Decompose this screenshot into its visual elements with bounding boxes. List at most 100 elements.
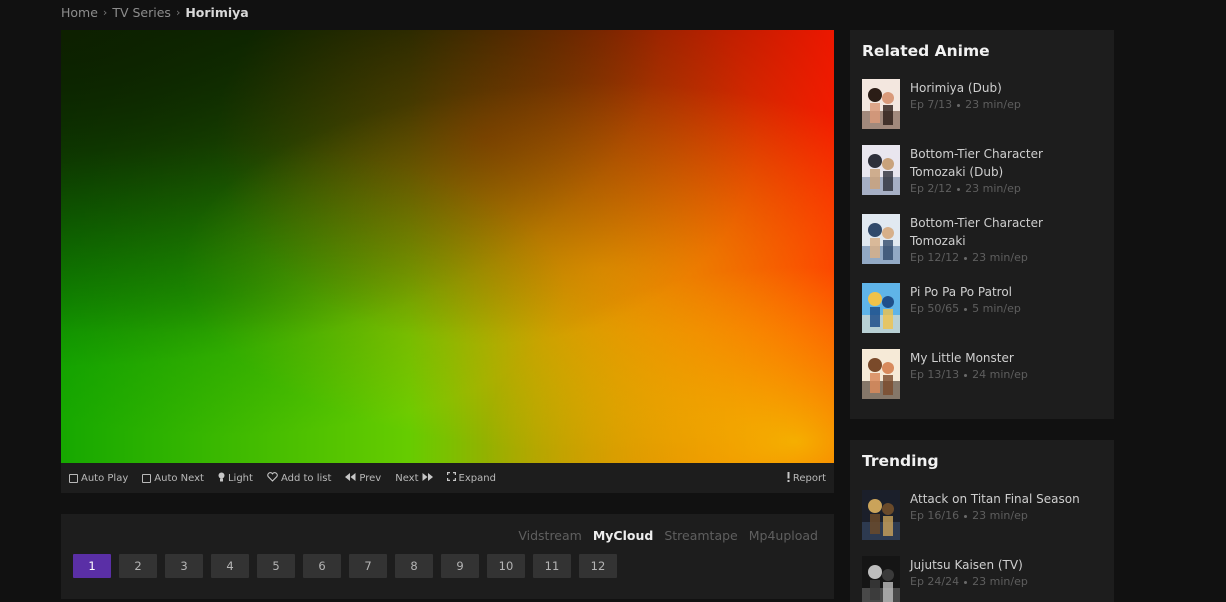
dot-separator <box>957 103 961 107</box>
item-title[interactable]: Jujutsu Kaisen (TV) <box>910 556 1100 574</box>
episode-button[interactable]: 3 <box>165 554 203 578</box>
episode-count: Ep 24/24 <box>910 575 960 588</box>
player-controls: Auto Play Auto Next Light Add to list Pr… <box>61 463 834 493</box>
prev-label: Prev <box>359 472 382 484</box>
server-tab[interactable]: MyCloud <box>593 528 653 543</box>
poster-thumbnail[interactable] <box>862 145 900 195</box>
light-label: Light <box>227 472 253 484</box>
report-label: Report <box>792 472 826 484</box>
auto-next-label: Auto Next <box>154 472 204 484</box>
next-label: Next <box>395 472 419 484</box>
breadcrumb-current: Horimiya <box>185 5 249 20</box>
item-meta: Ep 2/12 23 min/ep <box>910 181 1100 197</box>
episode-button[interactable]: 4 <box>211 554 249 578</box>
item-title[interactable]: Attack on Titan Final Season <box>910 490 1100 508</box>
episodes-panel: Vidstream MyCloud Streamtape Mp4upload 1234… <box>61 514 834 599</box>
trending-title: Trending <box>862 452 939 470</box>
breadcrumb-home[interactable]: Home <box>61 5 98 20</box>
item-meta: Ep 13/13 24 min/ep <box>910 367 1100 383</box>
item-meta: Ep 50/65 5 min/ep <box>910 301 1100 317</box>
server-list: Vidstream MyCloud Streamtape Mp4upload <box>518 528 818 543</box>
dot-separator <box>964 307 968 311</box>
exclamation-icon <box>787 471 790 485</box>
light-toggle[interactable]: Light <box>218 472 253 485</box>
episode-button[interactable]: 10 <box>487 554 525 578</box>
episode-duration: 23 min/ep <box>965 182 1021 195</box>
trending-item[interactable]: Attack on Titan Final Season Ep 16/16 23 m… <box>862 490 1100 540</box>
episode-count: Ep 50/65 <box>910 302 960 315</box>
episode-button[interactable]: 8 <box>395 554 433 578</box>
dot-separator <box>964 373 968 377</box>
lightbulb-icon <box>218 472 225 485</box>
item-info: My Little Monster Ep 13/13 24 min/ep <box>910 349 1100 399</box>
trending-item[interactable]: Jujutsu Kaisen (TV) Ep 24/24 23 min/ep <box>862 556 1100 602</box>
item-meta: Ep 7/13 23 min/ep <box>910 97 1100 113</box>
breadcrumb-tv-series[interactable]: TV Series <box>112 5 171 20</box>
episode-button[interactable]: 6 <box>303 554 341 578</box>
related-anime-widget: Related Anime Horimiya (Dub) Ep 7/13 23 mi… <box>850 30 1114 419</box>
episode-count: Ep 12/12 <box>910 251 960 264</box>
expand-icon <box>446 472 456 484</box>
expand-button[interactable]: Expand <box>446 472 496 484</box>
item-info: Jujutsu Kaisen (TV) Ep 24/24 23 min/ep <box>910 556 1100 602</box>
dot-separator <box>964 580 968 584</box>
item-info: Horimiya (Dub) Ep 7/13 23 min/ep <box>910 79 1100 129</box>
poster-thumbnail[interactable] <box>862 349 900 399</box>
poster-thumbnail[interactable] <box>862 490 900 540</box>
add-to-list-button[interactable]: Add to list <box>267 471 332 485</box>
expand-label: Expand <box>458 472 496 484</box>
episode-button[interactable]: 11 <box>533 554 571 578</box>
related-item[interactable]: My Little Monster Ep 13/13 24 min/ep <box>862 349 1100 399</box>
breadcrumb-separator-icon: › <box>175 6 181 19</box>
item-meta: Ep 24/24 23 min/ep <box>910 574 1100 590</box>
episode-duration: 23 min/ep <box>972 575 1028 588</box>
related-item[interactable]: Horimiya (Dub) Ep 7/13 23 min/ep <box>862 79 1100 129</box>
auto-play-toggle[interactable]: Auto Play <box>69 473 128 484</box>
item-info: Attack on Titan Final Season Ep 16/16 23 m… <box>910 490 1100 540</box>
poster-thumbnail[interactable] <box>862 79 900 129</box>
episode-duration: 23 min/ep <box>972 251 1028 264</box>
report-button[interactable]: Report <box>787 471 826 485</box>
item-title[interactable]: Pi Po Pa Po Patrol <box>910 283 1100 301</box>
item-info: Bottom-Tier Character Tomozaki (Dub) Ep 2… <box>910 145 1100 197</box>
item-meta: Ep 16/16 23 min/ep <box>910 508 1100 524</box>
rewind-icon <box>345 472 356 484</box>
item-title[interactable]: Bottom-Tier Character Tomozaki (Dub) <box>910 145 1100 181</box>
poster-thumbnail[interactable] <box>862 556 900 602</box>
dot-separator <box>964 256 968 260</box>
poster-thumbnail[interactable] <box>862 283 900 333</box>
checkbox-icon <box>142 473 152 483</box>
breadcrumb: Home › TV Series › Horimiya <box>61 5 249 20</box>
item-info: Pi Po Pa Po Patrol Ep 50/65 5 min/ep <box>910 283 1100 333</box>
related-anime-title: Related Anime <box>862 42 990 60</box>
item-title[interactable]: Bottom-Tier Character Tomozaki <box>910 214 1100 250</box>
episode-count: Ep 13/13 <box>910 368 960 381</box>
episode-button[interactable]: 2 <box>119 554 157 578</box>
next-button[interactable]: Next <box>395 472 433 484</box>
item-title[interactable]: Horimiya (Dub) <box>910 79 1100 97</box>
episode-button[interactable]: 7 <box>349 554 387 578</box>
episode-button[interactable]: 9 <box>441 554 479 578</box>
add-to-list-label: Add to list <box>280 472 332 484</box>
episode-button[interactable]: 1 <box>73 554 111 578</box>
related-item[interactable]: Bottom-Tier Character Tomozaki Ep 12/12 23… <box>862 214 1100 266</box>
item-title[interactable]: My Little Monster <box>910 349 1100 367</box>
server-tab[interactable]: Mp4upload <box>749 528 818 543</box>
server-tab[interactable]: Streamtape <box>664 528 737 543</box>
trending-widget: Trending Attack on Titan Final Season Ep … <box>850 440 1114 602</box>
episode-button[interactable]: 12 <box>579 554 617 578</box>
episode-button[interactable]: 5 <box>257 554 295 578</box>
watch-page: Home › TV Series › Horimiya Auto Play Au… <box>0 0 1226 602</box>
prev-button[interactable]: Prev <box>345 472 382 484</box>
episode-count: Ep 2/12 <box>910 182 953 195</box>
related-item[interactable]: Pi Po Pa Po Patrol Ep 50/65 5 min/ep <box>862 283 1100 333</box>
server-tab[interactable]: Vidstream <box>518 528 582 543</box>
related-item[interactable]: Bottom-Tier Character Tomozaki (Dub) Ep 2… <box>862 145 1100 197</box>
breadcrumb-separator-icon: › <box>102 6 108 19</box>
video-player[interactable] <box>61 30 834 463</box>
episode-count: Ep 16/16 <box>910 509 960 522</box>
poster-thumbnail[interactable] <box>862 214 900 264</box>
auto-next-toggle[interactable]: Auto Next <box>142 473 204 484</box>
dot-separator <box>964 514 968 518</box>
fast-forward-icon <box>422 472 433 484</box>
